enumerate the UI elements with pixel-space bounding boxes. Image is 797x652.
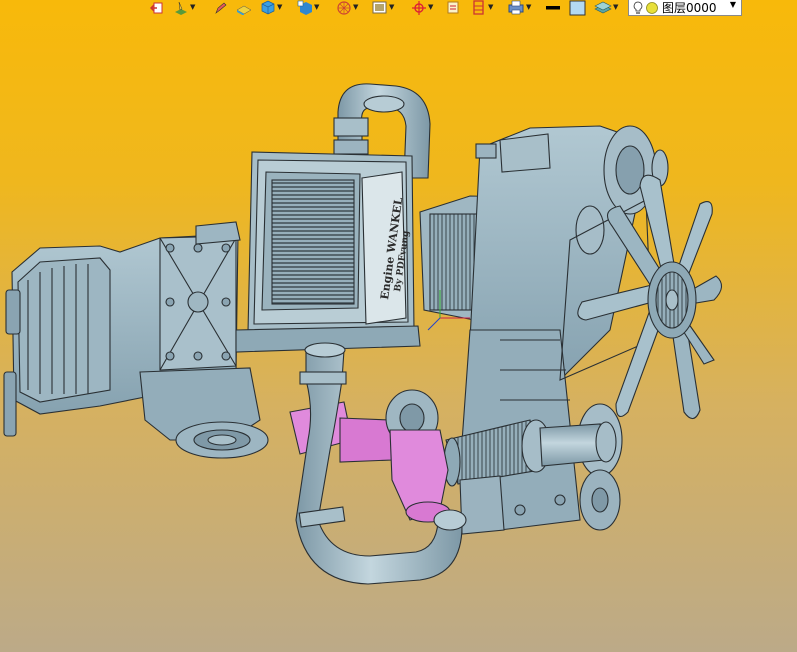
chevron-down-icon[interactable]: ▼: [190, 4, 195, 11]
chevron-down-icon[interactable]: ▼: [353, 4, 358, 11]
layer-selector[interactable]: 图层0000 ▼: [628, 0, 742, 16]
printer-icon: [508, 0, 524, 15]
solid-box-icon: [261, 0, 275, 15]
exit-button[interactable]: [150, 0, 164, 15]
crosshair-button[interactable]: ▼: [411, 0, 433, 15]
exit-icon: [150, 2, 163, 13]
chevron-down-icon[interactable]: ▼: [428, 4, 433, 11]
solid-coordinate-button[interactable]: ▼: [297, 0, 319, 15]
layer-name: 图层0000: [662, 1, 717, 15]
surface-patch-icon: [236, 5, 252, 15]
transmission-housing[interactable]: [3, 221, 269, 459]
chevron-down-icon[interactable]: ▼: [277, 4, 282, 11]
sheet-icon: [447, 1, 459, 14]
engine-assembly-model[interactable]: Engine WANKEL By PDFvung: [0, 17, 797, 652]
rotate-button[interactable]: ▼: [336, 0, 358, 15]
layer-paint-button[interactable]: ▼: [173, 0, 195, 15]
image-frame-button[interactable]: ▼: [372, 0, 394, 15]
color-swatch-icon: [569, 0, 586, 15]
layer-stack-icon: [594, 1, 612, 14]
chevron-down-icon[interactable]: ▼: [488, 4, 493, 11]
layer-paint-icon: [175, 1, 187, 15]
layer-stack-button[interactable]: ▼: [594, 0, 618, 15]
chevron-down-icon[interactable]: ▼: [526, 4, 531, 11]
crosshair-icon: [412, 1, 426, 15]
solid-coordinate-box-icon: [297, 0, 312, 15]
line-weight-button[interactable]: [545, 0, 561, 15]
chevron-down-icon[interactable]: ▼: [613, 4, 618, 11]
toolbar: ▼ ▼ ▼ ▼ ▼ ▼ ▼ ▼ ▼ 图层0000 ▼: [0, 0, 797, 17]
pencil-icon: [215, 2, 227, 14]
image-frame-icon: [372, 1, 387, 14]
ruler-button[interactable]: ▼: [471, 0, 493, 15]
wheel-rotate-icon: [337, 1, 351, 15]
pencil-button[interactable]: [214, 0, 228, 15]
intercooler[interactable]: Engine WANKEL By PDFvung: [235, 151, 421, 353]
color-button[interactable]: [569, 0, 586, 15]
sun-icon[interactable]: [645, 1, 659, 15]
model-viewport[interactable]: Engine WANKEL By PDFvung: [0, 17, 797, 652]
chevron-down-icon[interactable]: ▼: [314, 4, 319, 11]
solid-box-button[interactable]: ▼: [260, 0, 282, 15]
ruler-icon: [473, 0, 484, 15]
chevron-down-icon[interactable]: ▼: [389, 4, 394, 11]
combo-dropdown-icon[interactable]: ▼: [730, 0, 736, 9]
sheet-button[interactable]: [446, 0, 460, 15]
line-weight-icon: [546, 6, 560, 10]
printer-button[interactable]: ▼: [507, 0, 531, 15]
surface-patch-button[interactable]: [236, 0, 252, 15]
light-bulb-icon[interactable]: [633, 1, 643, 15]
